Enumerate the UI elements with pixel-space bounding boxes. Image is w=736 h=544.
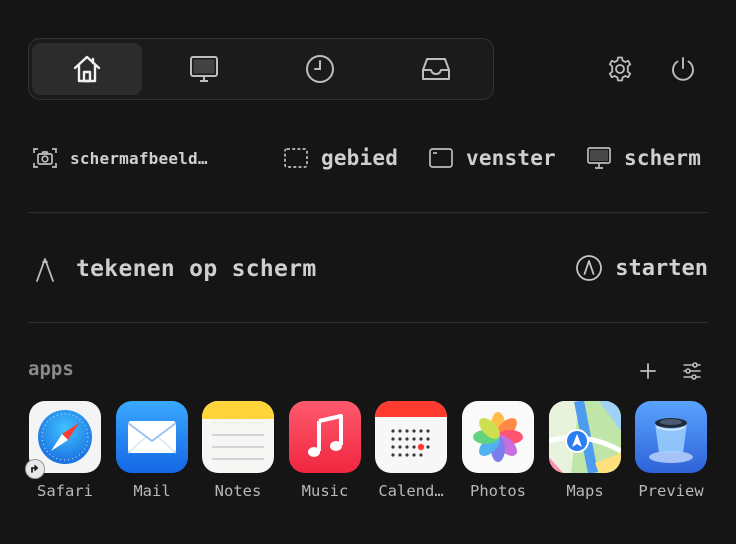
apps-title: apps: [28, 358, 74, 380]
camera-icon: [33, 148, 57, 168]
app-label: Maps: [566, 482, 604, 500]
add-app-button[interactable]: [635, 358, 661, 384]
app-maps[interactable]: Maps: [549, 401, 623, 500]
plus-icon: [640, 363, 656, 379]
app-photos[interactable]: Photos: [462, 401, 536, 500]
app-label: Music: [301, 482, 349, 500]
draw-label: tekenen op scherm: [76, 256, 317, 282]
divider: [28, 322, 708, 323]
settings-button[interactable]: [605, 54, 635, 84]
app-preview[interactable]: Preview: [635, 401, 709, 500]
clock-icon: [306, 55, 334, 83]
tab-inbox[interactable]: [381, 43, 491, 95]
app-mail[interactable]: Mail: [116, 401, 190, 500]
app-music[interactable]: Music: [289, 401, 363, 500]
tab-history[interactable]: [265, 43, 375, 95]
photos-icon: [462, 401, 534, 473]
screen-label: scherm: [624, 146, 702, 170]
inbox-icon: [422, 58, 450, 80]
sliders-icon: [683, 362, 701, 380]
app-label: Notes: [214, 482, 262, 500]
area-label: gebied: [321, 146, 399, 170]
power-button[interactable]: [668, 54, 698, 84]
tab-display[interactable]: [149, 43, 259, 95]
configure-apps-button[interactable]: [679, 358, 705, 384]
music-icon: [289, 401, 361, 473]
mail-icon: [116, 401, 188, 473]
app-label: Calend…: [378, 482, 444, 500]
draw-row: tekenen op scherm starten: [28, 250, 708, 290]
maps-icon: [549, 401, 621, 473]
gear-icon: [608, 56, 632, 82]
divider: [28, 212, 708, 213]
screenshot-label: schermafbeeld…: [70, 148, 208, 168]
area-button[interactable]: gebied: [283, 140, 398, 176]
app-label: Preview: [638, 482, 704, 500]
app-notes[interactable]: Notes: [202, 401, 276, 500]
app-safari[interactable]: Safari: [25, 401, 103, 500]
selection-area-icon: [284, 148, 308, 168]
display-icon: [190, 56, 218, 82]
apps-list: Safari Mail Notes Music Calend… Photos M…: [25, 401, 718, 511]
app-label: Safari: [37, 482, 93, 500]
alias-arrow-icon: [25, 459, 45, 479]
calendar-icon: [375, 401, 447, 473]
start-label: starten: [615, 255, 708, 281]
capture-row: schermafbeeld… gebied venster scherm: [28, 140, 708, 176]
window-icon: [429, 148, 453, 168]
apps-header: apps: [28, 358, 708, 384]
screenshot-button[interactable]: schermafbeeld…: [32, 140, 208, 176]
power-icon: [672, 57, 694, 81]
preview-icon: [635, 401, 707, 473]
tab-home[interactable]: [32, 43, 142, 95]
start-button[interactable]: starten: [575, 254, 708, 282]
screen-button[interactable]: scherm: [586, 140, 701, 176]
monitor-icon: [587, 147, 611, 169]
home-icon: [73, 55, 101, 83]
compass-icon: [36, 258, 54, 282]
app-label: Mail: [133, 482, 171, 500]
window-button[interactable]: venster: [428, 140, 556, 176]
window-label: venster: [466, 146, 556, 170]
app-calendar[interactable]: Calend…: [375, 401, 449, 500]
draw-start-icon: [576, 255, 603, 281]
notes-icon: [202, 401, 274, 473]
tab-bar: [28, 38, 494, 100]
app-label: Photos: [470, 482, 526, 500]
